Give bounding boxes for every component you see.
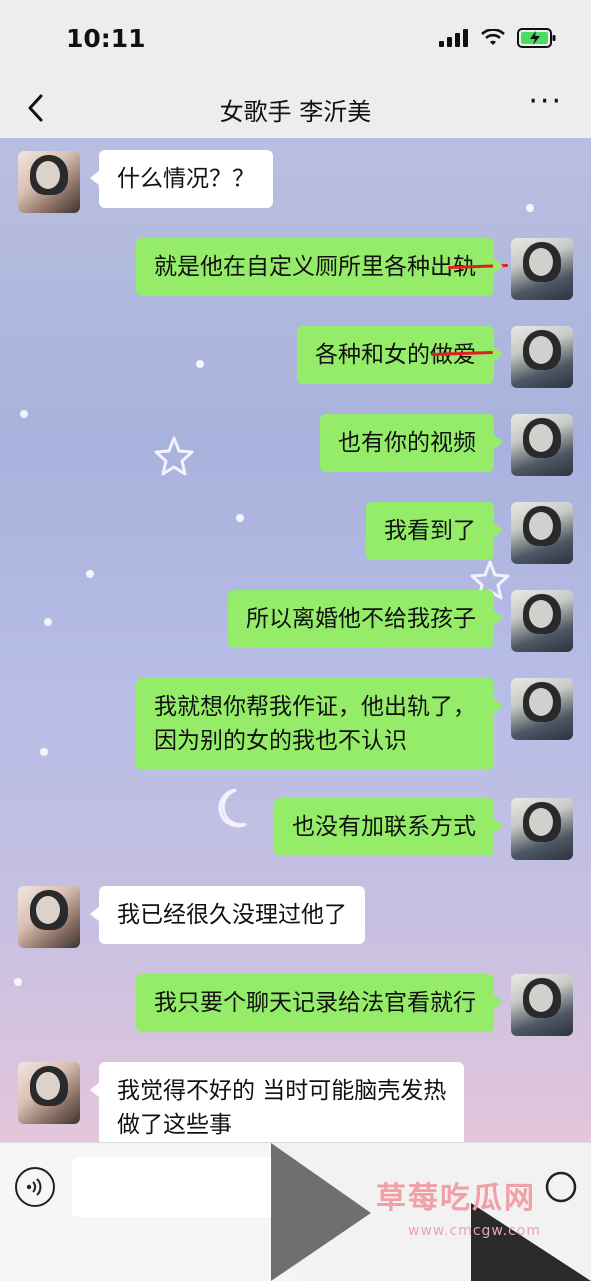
message-bubble[interactable]: 也有你的视频: [320, 414, 503, 472]
voice-icon[interactable]: [15, 1167, 55, 1207]
moon-decoration-icon: [218, 788, 247, 828]
avatar-self[interactable]: [511, 238, 573, 300]
avatar-self[interactable]: [511, 798, 573, 860]
star-decoration-icon: [154, 436, 194, 476]
message-text-line: 做了这些事: [117, 1112, 232, 1138]
message-text-line: 因为别的女的我也不认识: [154, 728, 407, 754]
sparkle-dot: [44, 618, 52, 626]
sparkle-dot: [86, 570, 94, 578]
avatar-self[interactable]: [511, 502, 573, 564]
message-bubble[interactable]: 我已经很久没理过他了: [90, 886, 365, 944]
chat-title: 女歌手 李沂美: [219, 98, 372, 126]
wifi-icon: [481, 29, 505, 45]
sparkle-dot: [526, 204, 534, 212]
chat-header: 女歌手 李沂美 ···: [0, 78, 591, 138]
message-text-line: 我觉得不好的 当时可能脑壳发热: [117, 1078, 447, 1104]
battery-charging-icon: [517, 28, 556, 48]
more-dots-icon[interactable]: ···: [528, 87, 563, 117]
sparkle-dot: [236, 514, 244, 522]
watermark-url: www.cmcgw.com: [408, 1223, 541, 1239]
avatar-self[interactable]: [511, 974, 573, 1036]
avatar-self[interactable]: [511, 414, 573, 476]
message-text: 就是他在自定义厕所里各种出轨: [154, 254, 476, 280]
message-bubble[interactable]: 所以离婚他不给我孩子: [228, 590, 503, 648]
avatar-contact[interactable]: [18, 1062, 80, 1124]
message-bubble[interactable]: 我只要个聊天记录给法官看就行: [136, 974, 503, 1032]
message-bubble[interactable]: 我看到了: [366, 502, 503, 560]
message-bubble[interactable]: 我觉得不好的 当时可能脑壳发热 做了这些事: [89, 1062, 465, 1142]
message-bubble[interactable]: 也没有加联系方式: [274, 798, 503, 856]
strikethrough-mark: [447, 263, 509, 270]
avatar-contact[interactable]: [18, 151, 80, 213]
sparkle-dot: [14, 978, 22, 986]
message-text-line: 我就想你帮我作证，他出轨了，: [154, 694, 476, 720]
chat-area[interactable]: 什么情况？？ 就是他在自定义厕所里各种出轨 各种和女的做爱 也有你的视频 我看到…: [0, 138, 591, 1142]
input-bar: 草莓吃瓜网 www.cmcgw.com: [0, 1142, 591, 1281]
avatar-self[interactable]: [511, 590, 573, 652]
avatar-self[interactable]: [511, 326, 573, 388]
status-icons: [439, 28, 557, 48]
watermark-title: 草莓吃瓜网: [376, 1181, 536, 1216]
message-bubble[interactable]: 就是他在自定义厕所里各种出轨: [136, 238, 509, 296]
status-bar: 10:11: [0, 0, 591, 78]
voice-wave-icon: [26, 1178, 42, 1196]
signal-icon: [439, 29, 468, 47]
status-time: 10:11: [66, 24, 146, 53]
message-bubble[interactable]: 各种和女的做爱: [297, 326, 503, 384]
sparkle-dot: [196, 360, 204, 368]
sparkle-dot: [40, 748, 48, 756]
message-bubble[interactable]: 什么情况？？: [90, 150, 273, 208]
avatar-self[interactable]: [511, 678, 573, 740]
avatar-contact[interactable]: [18, 886, 80, 948]
message-bubble[interactable]: 我就想你帮我作证，他出轨了， 因为别的女的我也不认识: [136, 678, 503, 770]
sparkle-dot: [20, 410, 28, 418]
